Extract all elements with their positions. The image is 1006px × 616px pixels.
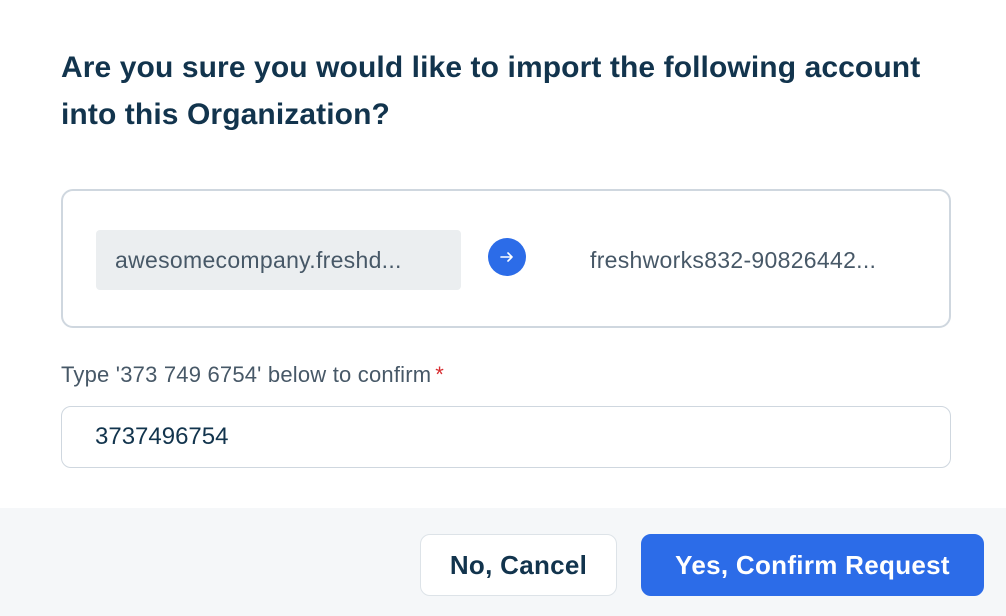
dialog-footer: No, Cancel Yes, Confirm Request xyxy=(0,508,1006,616)
confirm-request-button[interactable]: Yes, Confirm Request xyxy=(641,534,984,596)
source-account-field: awesomecompany.freshd... xyxy=(96,230,461,290)
confirm-input[interactable] xyxy=(61,406,951,468)
required-marker: * xyxy=(435,362,445,387)
import-account-dialog: Are you sure you would like to import th… xyxy=(0,0,1006,616)
arrow-right-icon xyxy=(488,238,526,276)
confirm-label-text: Type '373 749 6754' below to confirm xyxy=(61,362,432,387)
confirm-label: Type '373 749 6754' below to confirm * xyxy=(61,362,444,388)
dialog-title: Are you sure you would like to import th… xyxy=(61,51,921,131)
cancel-button[interactable]: No, Cancel xyxy=(420,534,617,596)
account-mapping-panel: awesomecompany.freshd... freshworks832-9… xyxy=(61,189,951,328)
target-account-field: freshworks832-90826442... xyxy=(590,246,877,273)
